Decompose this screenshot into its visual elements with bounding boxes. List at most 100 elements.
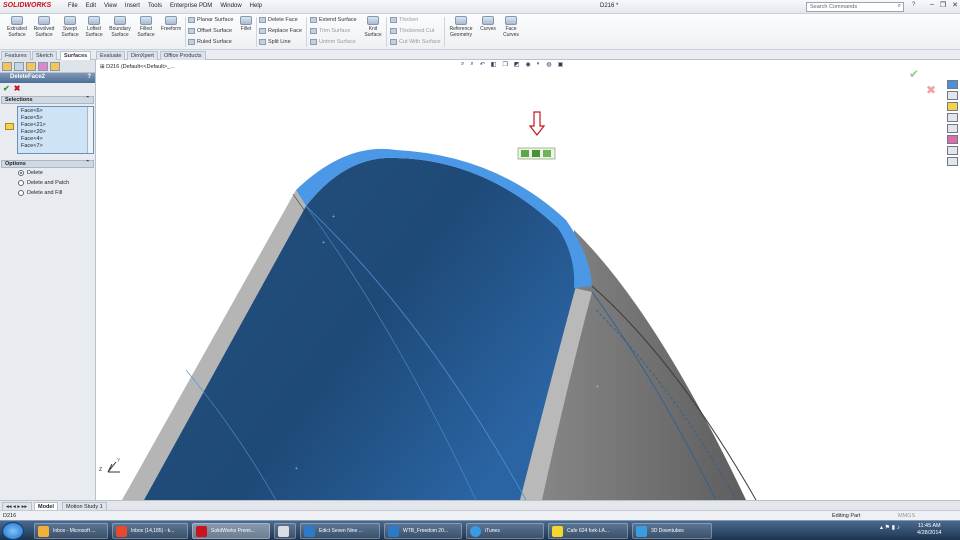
split-line-button[interactable]: Split Line — [259, 39, 291, 45]
filled-surface-button[interactable]: Filled Surface — [135, 16, 157, 38]
thickened-cut-button[interactable]: Thickened Cut — [390, 28, 434, 34]
list-item[interactable]: Face<20> — [21, 129, 90, 136]
selections-header[interactable]: Selections ⌃ — [1, 96, 94, 104]
tab-evaluate[interactable]: Evaluate — [96, 51, 126, 60]
help-icon[interactable]: ? — [912, 2, 915, 8]
menu-tools[interactable]: Tools — [148, 3, 162, 9]
reference-geometry-button[interactable]: Reference Geometry — [447, 16, 475, 38]
edit-appearance-icon[interactable]: ◐ — [537, 61, 541, 68]
face-curves-button[interactable]: Face Curves — [500, 16, 522, 38]
display-manager-icon[interactable] — [50, 62, 60, 71]
start-button[interactable] — [2, 522, 24, 540]
swept-surface-button[interactable]: Swept Surface — [58, 16, 82, 38]
view-palette-icon[interactable] — [947, 124, 958, 133]
boundary-surface-button[interactable]: Boundary Surface — [106, 16, 134, 38]
taskbar-item-folder[interactable]: 3D Downtubes — [632, 523, 712, 539]
replace-face-button[interactable]: Replace Face — [259, 28, 302, 34]
option-delete-and-fill[interactable]: Delete and Fill — [0, 188, 95, 198]
cut-with-surface-button[interactable]: Cut With Surface — [390, 39, 441, 45]
list-item[interactable]: Face<5> — [21, 115, 90, 122]
custom-properties-icon[interactable] — [947, 146, 958, 155]
menu-enterprise-pdm[interactable]: Enterprise PDM — [170, 3, 212, 9]
tab-sketch[interactable]: Sketch — [32, 51, 57, 60]
collapse-icon[interactable]: ⌃ — [85, 160, 90, 166]
display-style-icon[interactable]: ◩ — [514, 61, 520, 68]
options-header[interactable]: Options ⌃ — [1, 160, 94, 168]
taskbar-item-solidworks[interactable]: SolidWorks Premi... — [192, 523, 270, 539]
curves-button[interactable]: Curves — [477, 16, 499, 32]
untrim-surface-button[interactable]: Untrim Surface — [310, 39, 356, 45]
status-units[interactable]: MMGS — [898, 513, 915, 519]
help-icon[interactable]: ? — [87, 74, 91, 80]
file-explorer-icon[interactable] — [947, 102, 958, 111]
forum-icon[interactable] — [947, 157, 958, 166]
fillet-button[interactable]: Fillet — [236, 16, 256, 32]
zoom-area-icon[interactable]: ⌕ — [470, 61, 473, 68]
collapse-icon[interactable]: ⌃ — [85, 96, 90, 102]
option-delete-and-patch[interactable]: Delete and Patch — [0, 178, 95, 188]
thicken-button[interactable]: Thicken — [390, 17, 418, 23]
view-settings-icon[interactable]: ▣ — [558, 61, 564, 68]
taskbar-item-itunes[interactable]: iTunes — [466, 523, 544, 539]
revolved-surface-button[interactable]: Revolved Surface — [31, 16, 57, 38]
cancel-button[interactable]: ✖ — [14, 84, 21, 93]
section-view-icon[interactable]: ◧ — [491, 61, 497, 68]
feature-manager-icon[interactable] — [2, 62, 12, 71]
menu-window[interactable]: Window — [220, 3, 241, 9]
apply-scene-icon[interactable]: ◍ — [546, 61, 551, 68]
menu-insert[interactable]: Insert — [125, 3, 140, 9]
offset-surface-button[interactable]: Offset Surface — [188, 28, 232, 34]
tab-features[interactable]: Features — [1, 51, 31, 60]
search-commands-input[interactable]: Search Commands ⌕ — [806, 2, 904, 12]
list-item[interactable]: Face<21> — [21, 122, 90, 129]
knit-surface-button[interactable]: Knit Surface — [362, 16, 384, 38]
delete-face-button[interactable]: Delete Face — [259, 17, 298, 23]
tab-office-products[interactable]: Office Products — [160, 51, 206, 60]
faces-selection-list[interactable]: Face<6> Face<5> Face<21> Face<20> Face<4… — [17, 106, 94, 154]
model-render[interactable]: + + + + Z Y ✔ ✖ — [96, 60, 945, 500]
trim-surface-button[interactable]: Trim Surface — [310, 28, 350, 34]
menu-view[interactable]: View — [104, 3, 117, 9]
taskbar-item-word-1[interactable]: Edict Seven Nine ... — [300, 523, 380, 539]
minimize-button[interactable]: – — [930, 1, 934, 9]
feature-tree-root[interactable]: ⊞ D216 (Default<<Default>_... — [100, 64, 175, 70]
dimxpert-manager-icon[interactable] — [38, 62, 48, 71]
option-delete[interactable]: Delete — [0, 168, 95, 178]
menu-help[interactable]: Help — [250, 3, 262, 9]
extruded-surface-button[interactable]: Extruded Surface — [4, 16, 30, 38]
radio[interactable] — [18, 190, 24, 196]
appearances-icon[interactable] — [947, 135, 958, 144]
system-tray[interactable]: ▴ ⚑ ▮ ♪ — [880, 524, 900, 531]
hide-show-items-icon[interactable]: ◉ — [526, 61, 531, 68]
list-item[interactable]: Face<6> — [21, 108, 90, 115]
property-manager-icon[interactable] — [14, 62, 24, 71]
taskbar-item-outlook[interactable]: Inbox - Microsoft ... — [34, 523, 108, 539]
list-scrollbar[interactable] — [87, 107, 93, 153]
tab-surfaces[interactable]: Surfaces — [60, 51, 92, 60]
freeform-button[interactable]: Freeform — [158, 16, 184, 32]
taskbar-item-word-2[interactable]: WTB_Freedom 20... — [384, 523, 462, 539]
graphics-area[interactable]: + + + + Z Y ✔ ✖ ⊞ D216 (Default<<Default… — [96, 60, 945, 500]
planar-surface-button[interactable]: Planar Surface — [188, 17, 233, 23]
search-icon[interactable] — [947, 113, 958, 122]
taskbar-clock[interactable]: 11:45 AM 4/28/2014 — [917, 523, 941, 537]
tab-dimxpert[interactable]: DimXpert — [127, 51, 158, 60]
extend-surface-button[interactable]: Extend Surface — [310, 17, 357, 23]
configuration-manager-icon[interactable] — [26, 62, 36, 71]
radio-selected[interactable] — [18, 170, 24, 176]
lofted-surface-button[interactable]: Lofted Surface — [83, 16, 105, 38]
taskbar-item-pdf[interactable]: Cafe 624 fork-LA... — [548, 523, 628, 539]
ruled-surface-button[interactable]: Ruled Surface — [188, 39, 232, 45]
previous-view-icon[interactable]: ↶ — [480, 61, 485, 68]
taskbar-item-explorer[interactable] — [274, 523, 296, 539]
list-item[interactable]: Face<7> — [21, 143, 90, 150]
menu-file[interactable]: File — [68, 3, 78, 9]
ok-button[interactable]: ✔ — [3, 84, 10, 93]
menu-edit[interactable]: Edit — [86, 3, 96, 9]
search-icon[interactable]: ⌕ — [898, 3, 901, 10]
list-item[interactable]: Face<4> — [21, 136, 90, 143]
radio[interactable] — [18, 180, 24, 186]
close-button[interactable]: ✕ — [952, 1, 958, 9]
design-library-icon[interactable] — [947, 91, 958, 100]
view-orientation-icon[interactable]: ❒ — [502, 61, 507, 68]
